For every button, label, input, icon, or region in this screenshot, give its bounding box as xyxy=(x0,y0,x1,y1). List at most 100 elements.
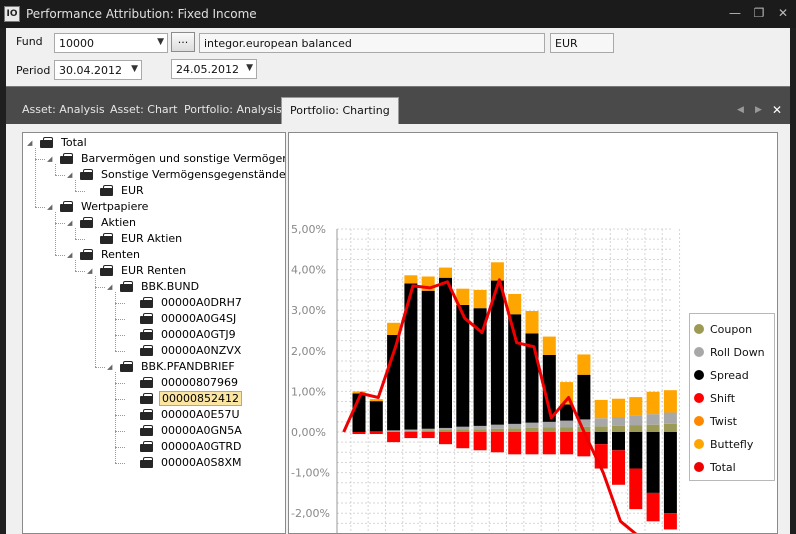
collapse-triangle-icon[interactable]: ◢ xyxy=(27,139,37,147)
minimize-icon[interactable]: — xyxy=(728,6,742,20)
collapse-triangle-icon[interactable]: ◢ xyxy=(67,251,77,259)
bar-segment-shift xyxy=(352,432,366,435)
tree-node-label: Wertpapiere xyxy=(81,200,149,213)
tree-node-label: Renten xyxy=(101,248,140,261)
y-tick-label: 3,00% xyxy=(291,304,326,317)
legend-swatch xyxy=(694,347,704,357)
tree-connector xyxy=(35,148,36,207)
tree-connector xyxy=(115,431,125,432)
fund-select[interactable]: 10000 ▼ xyxy=(54,33,168,53)
tree-node[interactable]: 00000A0GTJ9 xyxy=(127,327,238,342)
tree-node[interactable]: 00000A0G4SJ xyxy=(127,311,238,326)
tab-asset-analysis[interactable]: Asset: Analysis xyxy=(14,99,113,123)
tree-node-label: 00000A0GTJ9 xyxy=(161,328,236,341)
tree-node[interactable]: ◢ Total xyxy=(27,135,89,150)
briefcase-icon xyxy=(139,344,155,357)
chart-legend: Coupon Roll Down Spread Shift Twist Buttefly T… xyxy=(689,313,775,481)
tab-portfolio-charting[interactable]: Portfolio: Charting xyxy=(281,97,399,125)
fund-value: 10000 xyxy=(59,37,94,50)
tree-connector xyxy=(95,276,96,367)
briefcase-icon xyxy=(139,456,155,469)
bar-segment-buttefly xyxy=(525,311,539,334)
collapse-triangle-icon[interactable]: ◢ xyxy=(67,219,77,227)
tree-node[interactable]: ◢ EUR Renten xyxy=(87,263,188,278)
fund-label: Fund xyxy=(16,35,43,48)
tree-connector xyxy=(75,260,76,271)
tree-node[interactable]: ◢ Wertpapiere xyxy=(47,199,150,214)
y-tick-label: 2,00% xyxy=(291,345,326,358)
legend-label: Buttefly xyxy=(710,437,754,451)
tree-node-selected[interactable]: 00000852412 xyxy=(127,391,242,406)
tree-node[interactable]: 00000807969 xyxy=(127,375,240,390)
bar-segment-buttefly xyxy=(577,354,591,375)
tree-node[interactable]: ◢ BBK.BUND xyxy=(107,279,201,294)
collapse-triangle-icon[interactable]: ◢ xyxy=(107,363,117,371)
title-bar: IO Performance Attribution: Fixed Income… xyxy=(0,0,796,28)
close-window-icon[interactable]: ✕ xyxy=(776,6,790,20)
period-from-select[interactable]: 30.04.2012 ▼ xyxy=(54,60,142,80)
tree-node-label: 00000A0G4SJ xyxy=(161,312,237,325)
bar-segment-buttefly xyxy=(629,397,643,416)
tree-node[interactable]: 00000A0NZVX xyxy=(127,343,243,358)
tree-node-label: 00000852412 xyxy=(159,391,242,406)
legend-label: Twist xyxy=(710,414,737,428)
tree-node[interactable]: 00000A0DRH7 xyxy=(127,295,244,310)
bar-segment-coupon xyxy=(508,428,522,432)
tree-node[interactable]: 00000A0GTRD xyxy=(127,439,243,454)
close-tab-icon[interactable]: ✕ xyxy=(772,103,782,117)
tree-node[interactable]: 00000A0E57U xyxy=(127,407,242,422)
bar-segment-roll-down xyxy=(508,423,522,429)
briefcase-icon xyxy=(59,152,75,165)
y-tick-label: -1,00% xyxy=(291,467,330,480)
tab-asset-chart[interactable]: Asset: Chart xyxy=(102,99,186,123)
legend-swatch xyxy=(694,462,704,472)
bar-segment-roll-down xyxy=(663,412,677,424)
bar-segment-coupon xyxy=(594,426,608,432)
collapse-triangle-icon[interactable]: ◢ xyxy=(47,155,57,163)
tree-connector xyxy=(75,191,85,192)
bar-segment-shift xyxy=(525,432,539,455)
briefcase-icon xyxy=(139,424,155,437)
tree-connector xyxy=(55,175,65,176)
bar-segment-coupon xyxy=(525,427,539,432)
tree-connector xyxy=(75,228,76,239)
tab-scroll-left-icon[interactable]: ◀ xyxy=(737,105,744,115)
bar-segment-shift xyxy=(663,513,677,530)
bar-segment-coupon xyxy=(663,423,677,432)
bar-segment-coupon xyxy=(439,429,452,432)
bar-segment-shift xyxy=(646,492,660,522)
bar-segment-coupon xyxy=(560,427,574,432)
bar-segment-shift xyxy=(490,432,504,453)
tree-node[interactable]: EUR Aktien xyxy=(87,231,184,246)
tree-connector xyxy=(115,447,125,448)
tree-node-label: EUR Aktien xyxy=(121,232,183,245)
tree-node[interactable]: 00000A0S8XM xyxy=(127,455,244,470)
bar-segment-roll-down xyxy=(525,422,539,428)
tree-node[interactable]: ◢ Sonstige Vermögensgegenstände xyxy=(67,167,285,182)
tree-node[interactable]: ◢ Renten xyxy=(67,247,142,262)
collapse-triangle-icon[interactable]: ◢ xyxy=(67,171,77,179)
tree-node[interactable]: ◢ Barvermögen und sonstige Vermögens xyxy=(47,151,285,166)
period-to-select[interactable]: 24.05.2012 ▼ xyxy=(171,59,257,79)
legend-label: Shift xyxy=(710,391,736,405)
tree-node[interactable]: 00000A0GN5A xyxy=(127,423,244,438)
tree-node[interactable]: EUR xyxy=(87,183,146,198)
tree-connector xyxy=(115,335,125,336)
window-title: Performance Attribution: Fixed Income xyxy=(26,7,257,21)
tree-connector xyxy=(75,239,85,240)
y-tick-label: 1,00% xyxy=(291,385,326,398)
browse-fund-button[interactable]: ... xyxy=(171,32,195,52)
restore-icon[interactable]: ❐ xyxy=(752,6,766,20)
collapse-triangle-icon[interactable]: ◢ xyxy=(47,203,57,211)
collapse-triangle-icon[interactable]: ◢ xyxy=(87,267,97,275)
tab-portfolio-analysis[interactable]: Portfolio: Analysis xyxy=(176,99,290,123)
tree-connector xyxy=(115,319,125,320)
tab-scroll-right-icon[interactable]: ▶ xyxy=(755,105,762,115)
tree-node[interactable]: ◢ BBK.PFANDBRIEF xyxy=(107,359,237,374)
briefcase-icon xyxy=(39,136,55,149)
tree-node[interactable]: ◢ Aktien xyxy=(67,215,138,230)
bar-segment-spread xyxy=(369,401,383,432)
bar-segment-coupon xyxy=(542,427,556,432)
collapse-triangle-icon[interactable]: ◢ xyxy=(107,283,117,291)
tree-connector xyxy=(115,303,125,304)
